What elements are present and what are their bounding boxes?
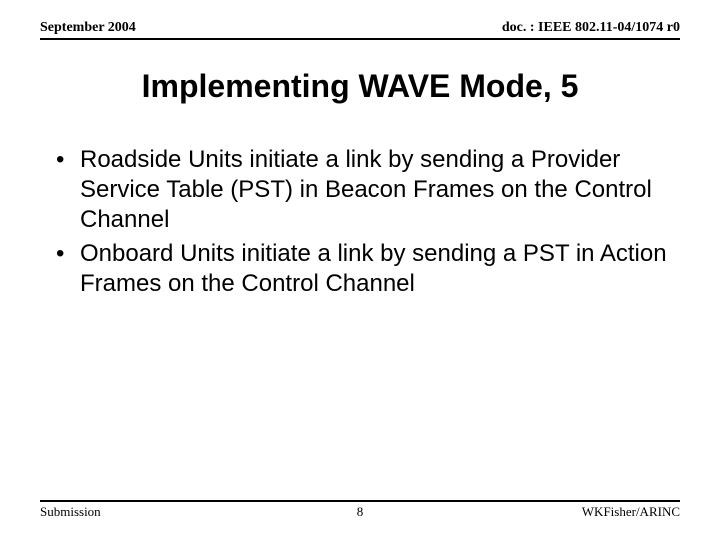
footer-left: Submission: [40, 504, 357, 520]
header-date: September 2004: [40, 20, 136, 36]
footer-row: Submission 8 WKFisher/ARINC: [40, 500, 680, 520]
footer-author: WKFisher/ARINC: [363, 504, 680, 520]
slide: September 2004 doc. : IEEE 802.11-04/107…: [0, 0, 720, 540]
list-item: Roadside Units initiate a link by sendin…: [52, 145, 672, 235]
header-row: September 2004 doc. : IEEE 802.11-04/107…: [40, 20, 680, 40]
slide-body: Roadside Units initiate a link by sendin…: [40, 145, 680, 492]
list-item: Onboard Units initiate a link by sending…: [52, 239, 672, 299]
slide-title: Implementing WAVE Mode, 5: [40, 68, 680, 105]
header-doc-id: doc. : IEEE 802.11-04/1074 r0: [502, 20, 680, 36]
bullet-list: Roadside Units initiate a link by sendin…: [52, 145, 672, 299]
